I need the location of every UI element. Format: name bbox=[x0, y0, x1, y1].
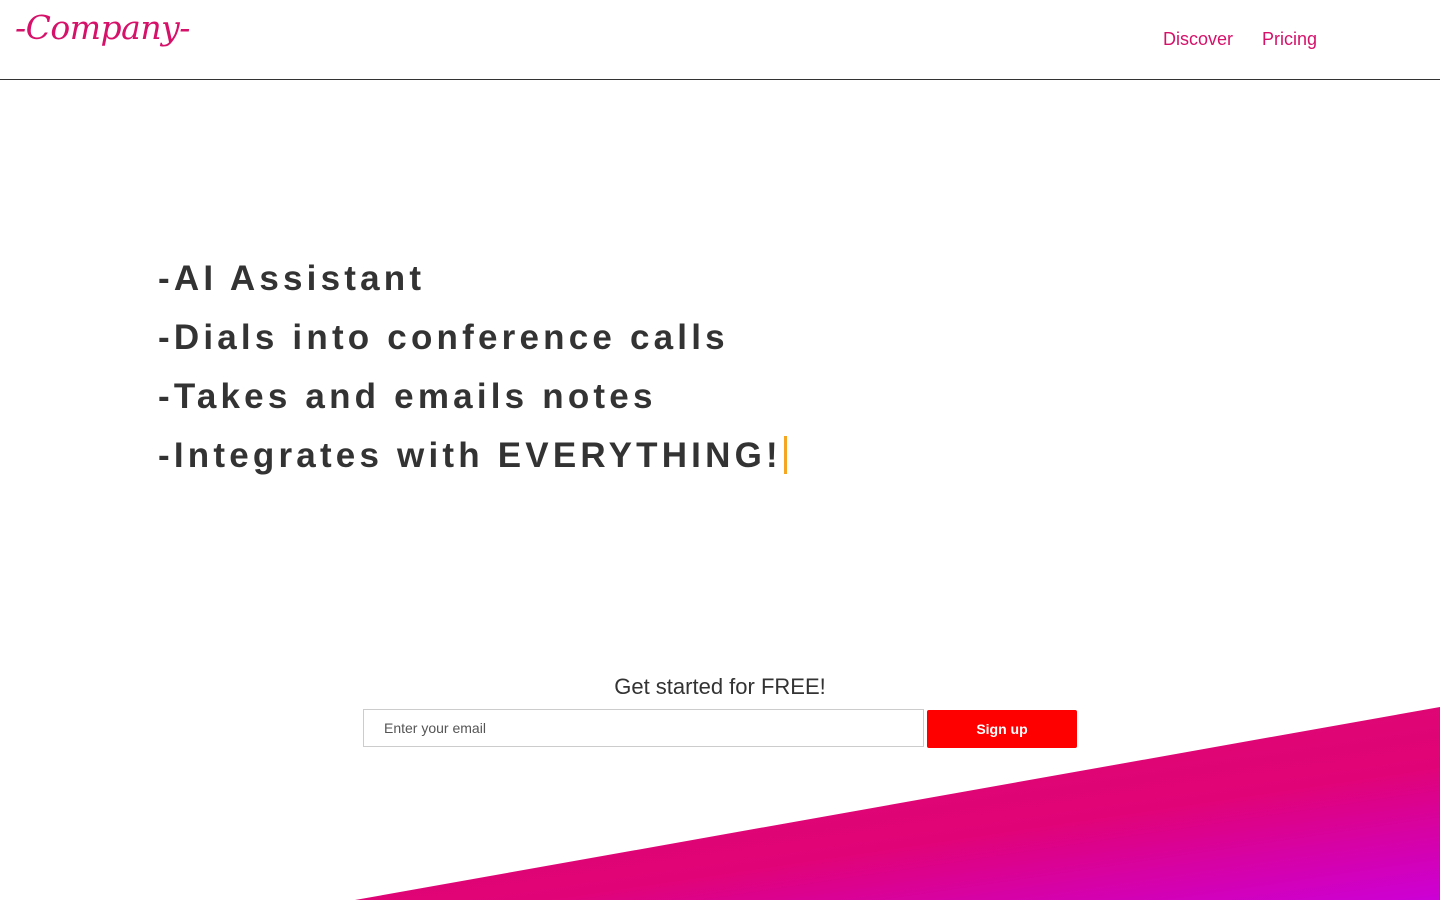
hero-line-conference-calls: -Dials into conference calls bbox=[158, 318, 729, 357]
hero-line-integrations: -Integrates with EVERYTHING! bbox=[158, 431, 787, 490]
hero-line-integrations-text: -Integrates with EVERYTHING! bbox=[158, 436, 782, 475]
signup-heading: Get started for FREE! bbox=[614, 674, 826, 699]
signup-form: Sign up bbox=[363, 709, 1077, 748]
hero-line-ai-assistant: -AI Assistant bbox=[158, 259, 426, 298]
hero-line-emails-notes: -Takes and emails notes bbox=[158, 377, 657, 416]
sign-up-button[interactable]: Sign up bbox=[927, 710, 1077, 748]
nav-link-pricing[interactable]: Pricing bbox=[1262, 29, 1317, 50]
nav-links: Discover Pricing bbox=[1163, 29, 1317, 50]
signup-section: Get started for FREE! Sign up bbox=[0, 672, 1440, 748]
nav-link-discover[interactable]: Discover bbox=[1163, 29, 1233, 50]
email-input[interactable] bbox=[363, 709, 924, 747]
company-logo[interactable]: -Company- bbox=[15, 8, 190, 47]
typing-caret bbox=[783, 436, 787, 474]
top-navbar: -Company- Discover Pricing bbox=[0, 0, 1440, 80]
hero-feature-list: -AI Assistant -Dials into conference cal… bbox=[158, 254, 787, 490]
